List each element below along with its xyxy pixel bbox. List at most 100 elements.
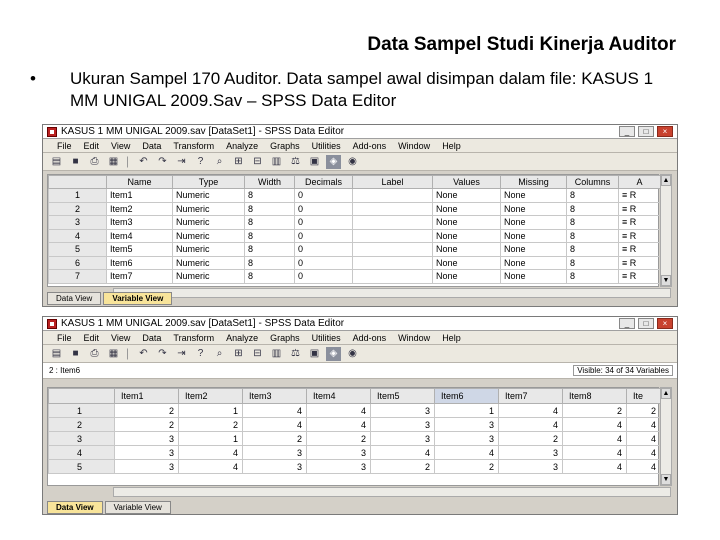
column-header-decimals[interactable]: Decimals bbox=[294, 175, 353, 189]
maximize-button[interactable]: □ bbox=[638, 126, 654, 137]
table-cell[interactable]: 4 bbox=[306, 417, 371, 432]
menu-view[interactable]: View bbox=[105, 141, 136, 151]
row-number[interactable]: 5 bbox=[48, 242, 107, 257]
table-cell[interactable]: ≡ R bbox=[618, 242, 661, 257]
title-bar[interactable]: KASUS 1 MM UNIGAL 2009.sav [DataSet1] - … bbox=[43, 125, 677, 139]
table-cell[interactable]: Numeric bbox=[172, 188, 245, 203]
column-header-align[interactable]: A bbox=[618, 175, 661, 189]
table-cell[interactable]: Item7 bbox=[106, 269, 173, 284]
table-cell[interactable]: 3 bbox=[306, 445, 371, 460]
dialog-recall-icon[interactable]: ▦ bbox=[106, 347, 121, 361]
table-cell[interactable]: None bbox=[432, 255, 501, 270]
redo-icon[interactable]: ↷ bbox=[155, 347, 170, 361]
table-cell[interactable] bbox=[352, 242, 433, 257]
table-cell[interactable]: None bbox=[432, 269, 501, 284]
column-header-item9[interactable]: Ite bbox=[626, 388, 661, 404]
table-cell[interactable]: 3 bbox=[114, 445, 179, 460]
table-cell[interactable]: Numeric bbox=[172, 269, 245, 284]
select-cases-icon[interactable]: ▣ bbox=[307, 155, 322, 169]
menu-view[interactable]: View bbox=[105, 333, 136, 343]
table-cell[interactable]: 4 bbox=[178, 459, 243, 474]
value-labels-icon[interactable]: ◈ bbox=[326, 346, 341, 361]
row-number[interactable]: 4 bbox=[48, 228, 107, 243]
table-cell[interactable]: 2 bbox=[306, 431, 371, 446]
table-cell[interactable]: 4 bbox=[242, 417, 307, 432]
table-cell[interactable]: 4 bbox=[626, 431, 661, 446]
find-icon[interactable]: ⌕ bbox=[212, 155, 227, 169]
column-header-label[interactable]: Label bbox=[352, 175, 433, 189]
menu-file[interactable]: File bbox=[51, 141, 78, 151]
table-cell[interactable]: 4 bbox=[562, 445, 627, 460]
row-number[interactable]: 2 bbox=[48, 417, 115, 432]
dialog-recall-icon[interactable]: ▦ bbox=[106, 155, 121, 169]
menu-analyze[interactable]: Analyze bbox=[220, 333, 264, 343]
table-cell[interactable]: 4 bbox=[434, 445, 499, 460]
table-cell[interactable]: 8 bbox=[244, 228, 295, 243]
table-cell[interactable]: 3 bbox=[434, 431, 499, 446]
row-number[interactable]: 1 bbox=[48, 188, 107, 203]
weight-cases-icon[interactable]: ⚖ bbox=[288, 347, 303, 361]
table-cell[interactable]: 2 bbox=[114, 403, 179, 418]
table-cell[interactable]: 0 bbox=[294, 228, 353, 243]
table-cell[interactable]: None bbox=[500, 255, 567, 270]
menu-help[interactable]: Help bbox=[436, 141, 467, 151]
table-cell[interactable] bbox=[352, 188, 433, 203]
scroll-up-arrow-icon[interactable]: ▲ bbox=[661, 175, 671, 186]
table-cell[interactable]: None bbox=[432, 188, 501, 203]
vertical-scrollbar[interactable]: ▲ ▼ bbox=[660, 387, 672, 486]
column-header-values[interactable]: Values bbox=[432, 175, 501, 189]
minimize-button[interactable]: _ bbox=[619, 318, 635, 329]
table-cell[interactable]: None bbox=[500, 228, 567, 243]
menu-analyze[interactable]: Analyze bbox=[220, 141, 264, 151]
column-header-item3[interactable]: Item3 bbox=[242, 388, 307, 404]
minimize-button[interactable]: _ bbox=[619, 126, 635, 137]
title-bar[interactable]: KASUS 1 MM UNIGAL 2009.sav [DataSet1] - … bbox=[43, 317, 677, 331]
menu-addons[interactable]: Add-ons bbox=[347, 333, 393, 343]
table-cell[interactable]: 8 bbox=[244, 269, 295, 284]
row-number[interactable]: 1 bbox=[48, 403, 115, 418]
menu-edit[interactable]: Edit bbox=[78, 141, 106, 151]
use-sets-icon[interactable]: ◉ bbox=[345, 347, 360, 361]
table-cell[interactable]: None bbox=[432, 215, 501, 230]
table-cell[interactable] bbox=[352, 215, 433, 230]
table-cell[interactable]: 3 bbox=[242, 445, 307, 460]
undo-icon[interactable]: ↶ bbox=[136, 347, 151, 361]
maximize-button[interactable]: □ bbox=[638, 318, 654, 329]
row-number[interactable]: 5 bbox=[48, 459, 115, 474]
horizontal-scrollbar[interactable] bbox=[113, 288, 671, 298]
table-cell[interactable]: ≡ R bbox=[618, 188, 661, 203]
corner-cell[interactable] bbox=[48, 175, 107, 189]
menu-help[interactable]: Help bbox=[436, 333, 467, 343]
tab-variable-view[interactable]: Variable View bbox=[104, 501, 171, 514]
scroll-up-arrow-icon[interactable]: ▲ bbox=[661, 388, 671, 399]
table-cell[interactable]: 8 bbox=[566, 188, 619, 203]
table-cell[interactable] bbox=[352, 228, 433, 243]
redo-icon[interactable]: ↷ bbox=[155, 155, 170, 169]
menu-utilities[interactable]: Utilities bbox=[306, 333, 347, 343]
table-cell[interactable]: 4 bbox=[626, 459, 661, 474]
table-cell[interactable]: 0 bbox=[294, 242, 353, 257]
row-number[interactable]: 2 bbox=[48, 201, 107, 216]
table-cell[interactable]: 4 bbox=[562, 459, 627, 474]
table-cell[interactable]: 4 bbox=[498, 417, 563, 432]
table-cell[interactable]: 0 bbox=[294, 201, 353, 216]
tab-data-view[interactable]: Data View bbox=[47, 292, 102, 305]
table-cell[interactable]: 8 bbox=[244, 215, 295, 230]
table-cell[interactable]: 8 bbox=[244, 242, 295, 257]
table-cell[interactable]: 8 bbox=[244, 201, 295, 216]
undo-icon[interactable]: ↶ bbox=[136, 155, 151, 169]
table-cell[interactable]: Item6 bbox=[106, 255, 173, 270]
insert-case-icon[interactable]: ⊞ bbox=[231, 347, 246, 361]
table-cell[interactable]: 8 bbox=[244, 188, 295, 203]
menu-data[interactable]: Data bbox=[136, 141, 167, 151]
table-cell[interactable]: None bbox=[500, 188, 567, 203]
table-cell[interactable]: Numeric bbox=[172, 255, 245, 270]
table-cell[interactable]: 4 bbox=[626, 445, 661, 460]
row-number[interactable]: 3 bbox=[48, 215, 107, 230]
table-cell[interactable]: 2 bbox=[242, 431, 307, 446]
table-cell[interactable]: 1 bbox=[434, 403, 499, 418]
vertical-scrollbar[interactable]: ▲ ▼ bbox=[660, 174, 672, 287]
menu-transform[interactable]: Transform bbox=[167, 333, 220, 343]
table-cell[interactable]: Numeric bbox=[172, 201, 245, 216]
save-icon[interactable]: ■ bbox=[68, 155, 83, 169]
